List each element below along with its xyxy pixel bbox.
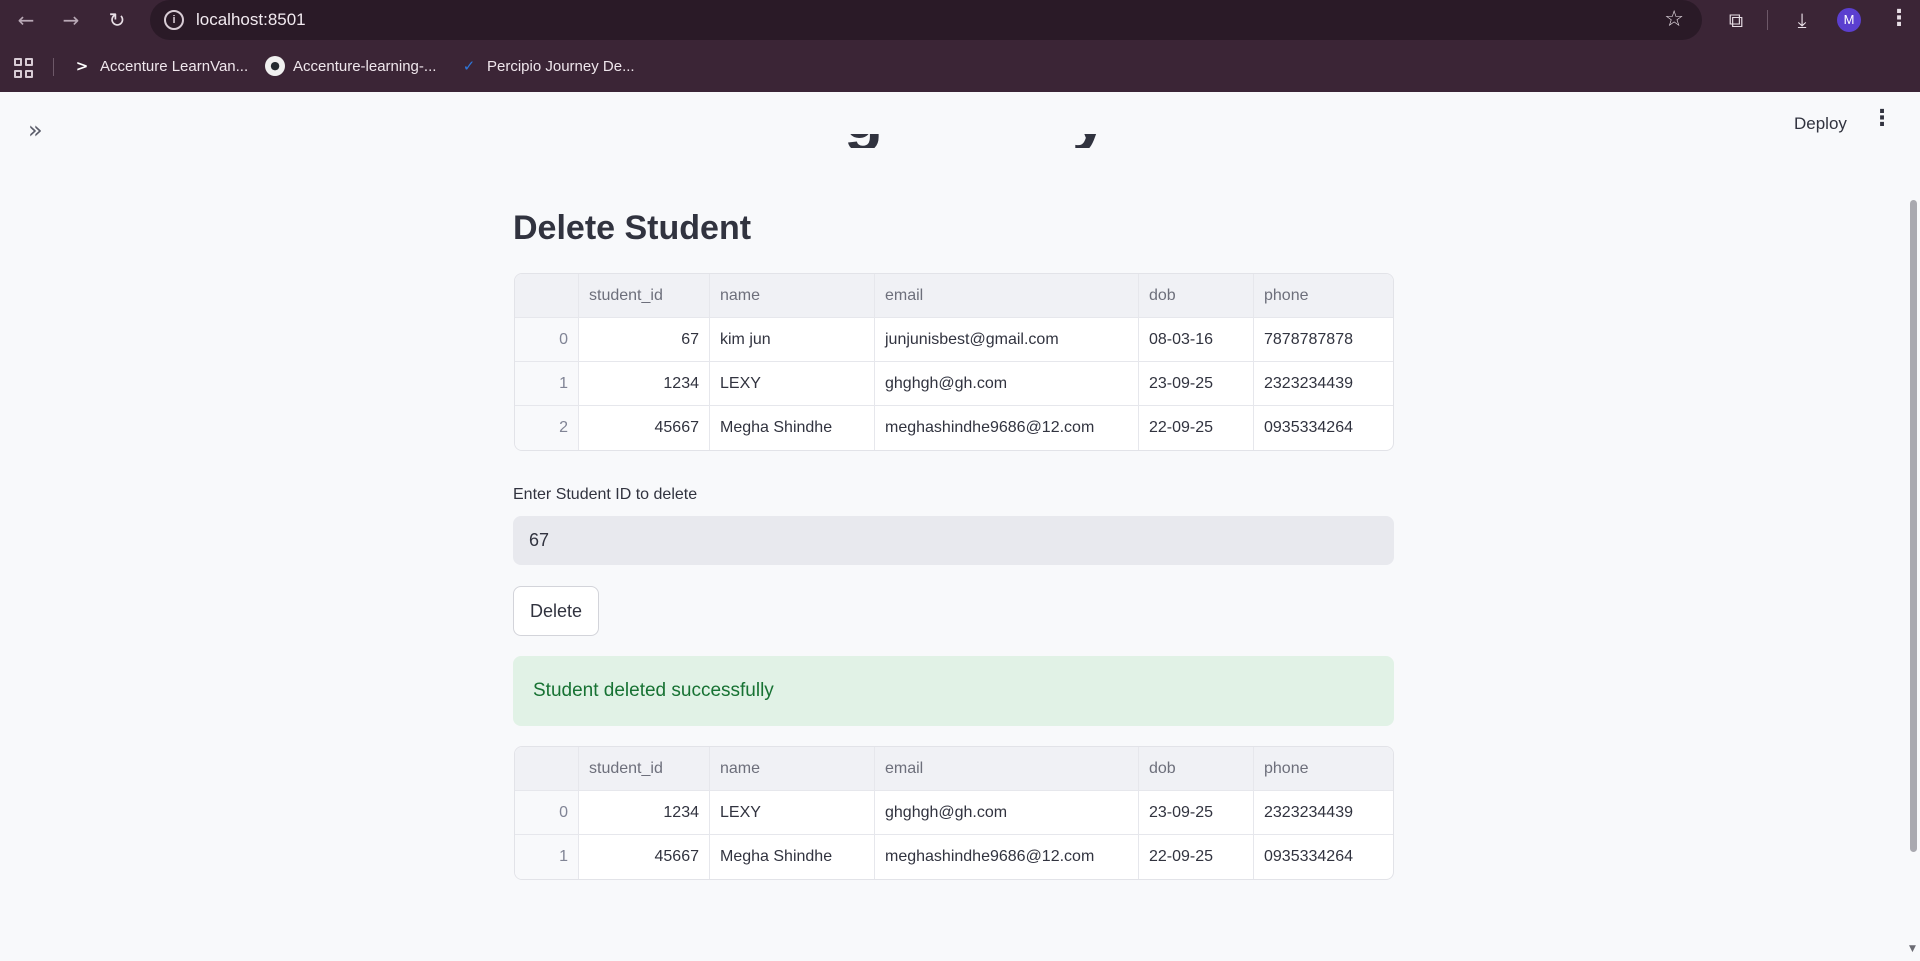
- column-header-email[interactable]: email: [875, 274, 1139, 318]
- address-bar[interactable]: i localhost:8501 ☆: [150, 0, 1702, 40]
- delete-button[interactable]: Delete: [513, 586, 599, 636]
- column-header-student-id[interactable]: student_id: [579, 747, 710, 791]
- row-index: 1: [515, 362, 579, 406]
- column-header-name[interactable]: name: [710, 274, 875, 318]
- bookmarks-bar: > Accenture LearnVan... ● Accenture-lear…: [0, 48, 1920, 84]
- cell-email[interactable]: ghghgh@gh.com: [875, 362, 1139, 406]
- student-id-input[interactable]: 67: [513, 516, 1394, 565]
- bookmark-label: Accenture-learning-...: [293, 57, 437, 75]
- bookmark-accenture[interactable]: > Accenture LearnVan...: [72, 54, 248, 78]
- row-index: 1: [515, 835, 579, 879]
- cell-phone[interactable]: 2323234439: [1254, 791, 1393, 835]
- cell-dob[interactable]: 23-09-25: [1139, 362, 1254, 406]
- bookmarks-divider: [53, 58, 54, 76]
- students-table-after[interactable]: student_id name email dob phone 0 1234 L…: [514, 746, 1394, 880]
- browser-chrome: ← → ↻ i localhost:8501 ☆ ⧉ ⤓ M ⋮ > Accen…: [0, 0, 1920, 92]
- cell-name[interactable]: Megha Shindhe: [710, 835, 875, 879]
- cell-name[interactable]: LEXY: [710, 791, 875, 835]
- extensions-icon[interactable]: ⧉: [1724, 8, 1748, 32]
- reload-icon[interactable]: ↻: [105, 8, 129, 32]
- cell-dob[interactable]: 23-09-25: [1139, 791, 1254, 835]
- forward-icon[interactable]: →: [59, 8, 83, 32]
- cell-name[interactable]: LEXY: [710, 362, 875, 406]
- column-header-index: [515, 747, 579, 791]
- bookmark-percipio[interactable]: ✓ Percipio Journey De...: [459, 54, 635, 78]
- toolbar-divider: [1767, 10, 1768, 30]
- row-index: 0: [515, 318, 579, 362]
- success-alert: Student deleted successfully: [513, 656, 1394, 726]
- cell-student-id[interactable]: 1234: [579, 791, 710, 835]
- url-text[interactable]: localhost:8501: [196, 10, 306, 30]
- deploy-button[interactable]: Deploy: [1786, 110, 1855, 138]
- table-row: 1 1234 LEXY ghghgh@gh.com 23-09-25 23232…: [515, 362, 1393, 406]
- table-row: 2 45667 Megha Shindhe meghashindhe9686@1…: [515, 406, 1393, 450]
- table-row: 0 1234 LEXY ghghgh@gh.com 23-09-25 23232…: [515, 791, 1393, 835]
- page-scrollbar[interactable]: [1910, 200, 1917, 852]
- column-header-name[interactable]: name: [710, 747, 875, 791]
- bookmark-star-icon[interactable]: ☆: [1664, 7, 1684, 32]
- row-index: 0: [515, 791, 579, 835]
- download-icon[interactable]: ⤓: [1790, 8, 1814, 32]
- profile-avatar[interactable]: M: [1837, 8, 1861, 32]
- student-id-input-label: Enter Student ID to delete: [513, 486, 698, 503]
- app-page: » Deploy ⋮ gy Delete Student student_id …: [0, 92, 1920, 961]
- table-row: 0 67 kim jun junjunisbest@gmail.com 08-0…: [515, 318, 1393, 362]
- site-info-icon[interactable]: i: [164, 10, 184, 30]
- column-header-email[interactable]: email: [875, 747, 1139, 791]
- cell-dob[interactable]: 22-09-25: [1139, 406, 1254, 450]
- table-header-row: student_id name email dob phone: [515, 747, 1393, 791]
- cell-student-id[interactable]: 1234: [579, 362, 710, 406]
- cell-phone[interactable]: 7878787878: [1254, 318, 1393, 362]
- github-icon: ●: [265, 56, 285, 76]
- column-header-index: [515, 274, 579, 318]
- cell-dob[interactable]: 22-09-25: [1139, 835, 1254, 879]
- cell-student-id[interactable]: 45667: [579, 406, 710, 450]
- students-table-before[interactable]: student_id name email dob phone 0 67 kim…: [514, 273, 1394, 451]
- back-icon[interactable]: ←: [14, 8, 38, 32]
- row-index: 2: [515, 406, 579, 450]
- cell-phone[interactable]: 2323234439: [1254, 362, 1393, 406]
- cell-phone[interactable]: 0935334264: [1254, 406, 1393, 450]
- table-row: 1 45667 Megha Shindhe meghashindhe9686@1…: [515, 835, 1393, 879]
- scroll-down-arrow-icon[interactable]: ▼: [1909, 944, 1916, 954]
- column-header-dob[interactable]: dob: [1139, 747, 1254, 791]
- cell-email[interactable]: junjunisbest@gmail.com: [875, 318, 1139, 362]
- column-header-phone[interactable]: phone: [1254, 747, 1393, 791]
- column-header-student-id[interactable]: student_id: [579, 274, 710, 318]
- sidebar-expand-icon[interactable]: »: [28, 116, 42, 144]
- table-header-row: student_id name email dob phone: [515, 274, 1393, 318]
- cell-email[interactable]: meghashindhe9686@12.com: [875, 406, 1139, 450]
- cell-name[interactable]: Megha Shindhe: [710, 406, 875, 450]
- cell-student-id[interactable]: 67: [579, 318, 710, 362]
- scrolled-off-title-fragment: gy: [840, 134, 1120, 148]
- apps-grid-icon[interactable]: [14, 58, 34, 78]
- bookmark-github[interactable]: ● Accenture-learning-...: [265, 54, 436, 78]
- percipio-icon: ✓: [462, 57, 476, 75]
- column-header-phone[interactable]: phone: [1254, 274, 1393, 318]
- column-header-dob[interactable]: dob: [1139, 274, 1254, 318]
- app-menu-icon[interactable]: ⋮: [1871, 106, 1893, 131]
- cell-name[interactable]: kim jun: [710, 318, 875, 362]
- accenture-icon: >: [75, 57, 89, 75]
- browser-menu-icon[interactable]: ⋮: [1888, 6, 1910, 31]
- cell-student-id[interactable]: 45667: [579, 835, 710, 879]
- cell-phone[interactable]: 0935334264: [1254, 835, 1393, 879]
- cell-email[interactable]: ghghgh@gh.com: [875, 791, 1139, 835]
- cell-email[interactable]: meghashindhe9686@12.com: [875, 835, 1139, 879]
- bookmark-label: Accenture LearnVan...: [100, 57, 249, 75]
- bookmark-label: Percipio Journey De...: [487, 57, 635, 75]
- cell-dob[interactable]: 08-03-16: [1139, 318, 1254, 362]
- page-title: Delete Student: [513, 209, 752, 247]
